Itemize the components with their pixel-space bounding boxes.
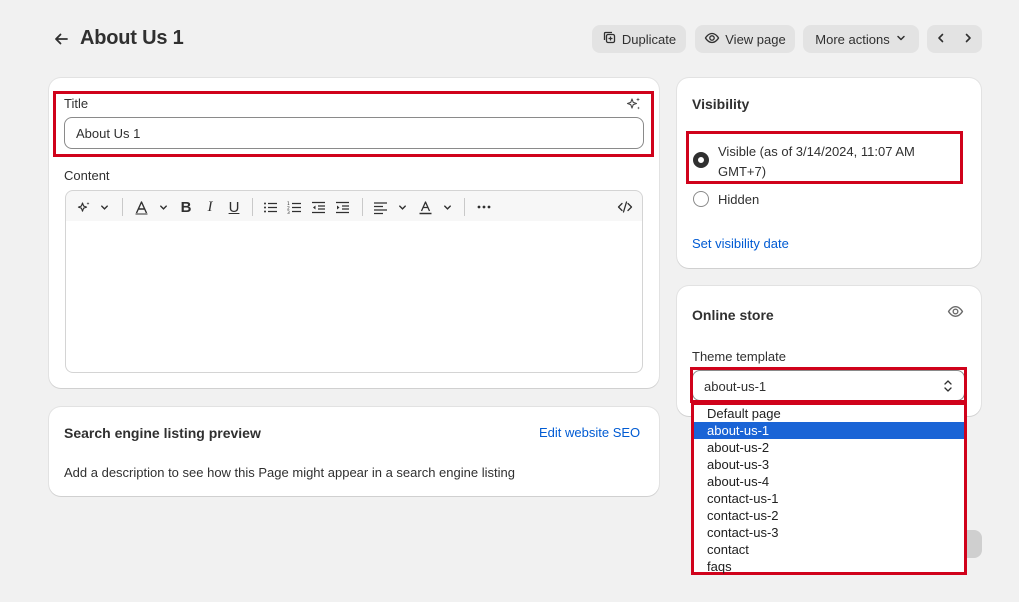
editor-toolbar: B I U 123: [65, 190, 643, 222]
online-store-heading: Online store: [692, 307, 774, 323]
set-visibility-date-link[interactable]: Set visibility date: [692, 236, 789, 251]
hidden-radio[interactable]: [693, 191, 709, 207]
more-actions-label: More actions: [815, 31, 890, 47]
theme-template-dropdown: Default page about-us-1 about-us-2 about-us…: [691, 402, 967, 575]
content-label: Content: [64, 168, 110, 183]
preview-eye-icon[interactable]: [947, 303, 964, 320]
bold-icon[interactable]: B: [178, 198, 194, 216]
dropdown-option[interactable]: Default page: [694, 405, 964, 422]
theme-template-label: Theme template: [692, 349, 786, 364]
dropdown-option[interactable]: about-us-1: [694, 422, 964, 439]
html-code-icon[interactable]: [616, 198, 634, 216]
visibility-heading: Visibility: [692, 96, 750, 112]
toolbar-divider: [252, 198, 253, 216]
back-arrow-icon[interactable]: [52, 30, 70, 48]
chevron-down-icon: [895, 32, 907, 47]
dropdown-options: Default page about-us-1 about-us-2 about-us…: [694, 405, 964, 575]
dropdown-option[interactable]: about-us-2: [694, 439, 964, 456]
dropdown-option[interactable]: about-us-3: [694, 456, 964, 473]
chevron-down-icon[interactable]: [98, 198, 110, 216]
ai-magic-icon[interactable]: [76, 198, 92, 216]
dropdown-option[interactable]: contact-us-3: [694, 524, 964, 541]
seo-description: Add a description to see how this Page m…: [64, 465, 515, 480]
dropdown-option[interactable]: contact: [694, 541, 964, 558]
seo-card: [49, 407, 659, 496]
pagination-group: [927, 25, 982, 53]
dropdown-option[interactable]: faqs: [694, 558, 964, 575]
visible-highlight: [686, 131, 963, 184]
more-options-icon[interactable]: [475, 198, 493, 216]
svg-text:3: 3: [287, 210, 290, 215]
content-editor[interactable]: [65, 221, 643, 373]
bullet-list-icon[interactable]: [262, 198, 278, 216]
eye-icon: [704, 30, 720, 49]
more-actions-button[interactable]: More actions: [803, 25, 919, 53]
dropdown-option[interactable]: contact-us-1: [694, 490, 964, 507]
view-page-label: View page: [725, 31, 786, 47]
chevron-down-icon[interactable]: [396, 198, 408, 216]
indent-icon[interactable]: [334, 198, 350, 216]
numbered-list-icon[interactable]: 123: [286, 198, 302, 216]
toolbar-divider: [464, 198, 465, 216]
italic-icon[interactable]: I: [203, 198, 217, 216]
page-title: About Us 1: [80, 27, 184, 49]
edit-seo-link[interactable]: Edit website SEO: [539, 425, 640, 440]
seo-heading: Search engine listing preview: [64, 425, 261, 441]
duplicate-icon: [602, 30, 617, 48]
dropdown-option[interactable]: about-us-4: [694, 473, 964, 490]
text-style-icon[interactable]: [133, 198, 149, 216]
chevron-down-icon[interactable]: [157, 198, 169, 216]
dropdown-option[interactable]: contact-us-2: [694, 507, 964, 524]
duplicate-label: Duplicate: [621, 31, 677, 47]
next-page-icon[interactable]: [962, 32, 974, 47]
view-page-button[interactable]: View page: [695, 25, 795, 53]
title-highlight: [53, 91, 654, 157]
chevron-down-icon[interactable]: [441, 198, 453, 216]
align-left-icon[interactable]: [372, 198, 388, 216]
text-color-icon[interactable]: [417, 198, 433, 216]
hidden-label: Hidden: [718, 192, 760, 207]
select-highlight: [690, 367, 967, 403]
toolbar-divider: [362, 198, 363, 216]
underline-icon[interactable]: U: [226, 198, 242, 216]
toolbar-divider: [122, 198, 123, 216]
outdent-icon[interactable]: [310, 198, 326, 216]
duplicate-button[interactable]: Duplicate: [592, 25, 686, 53]
previous-page-icon[interactable]: [935, 32, 947, 47]
